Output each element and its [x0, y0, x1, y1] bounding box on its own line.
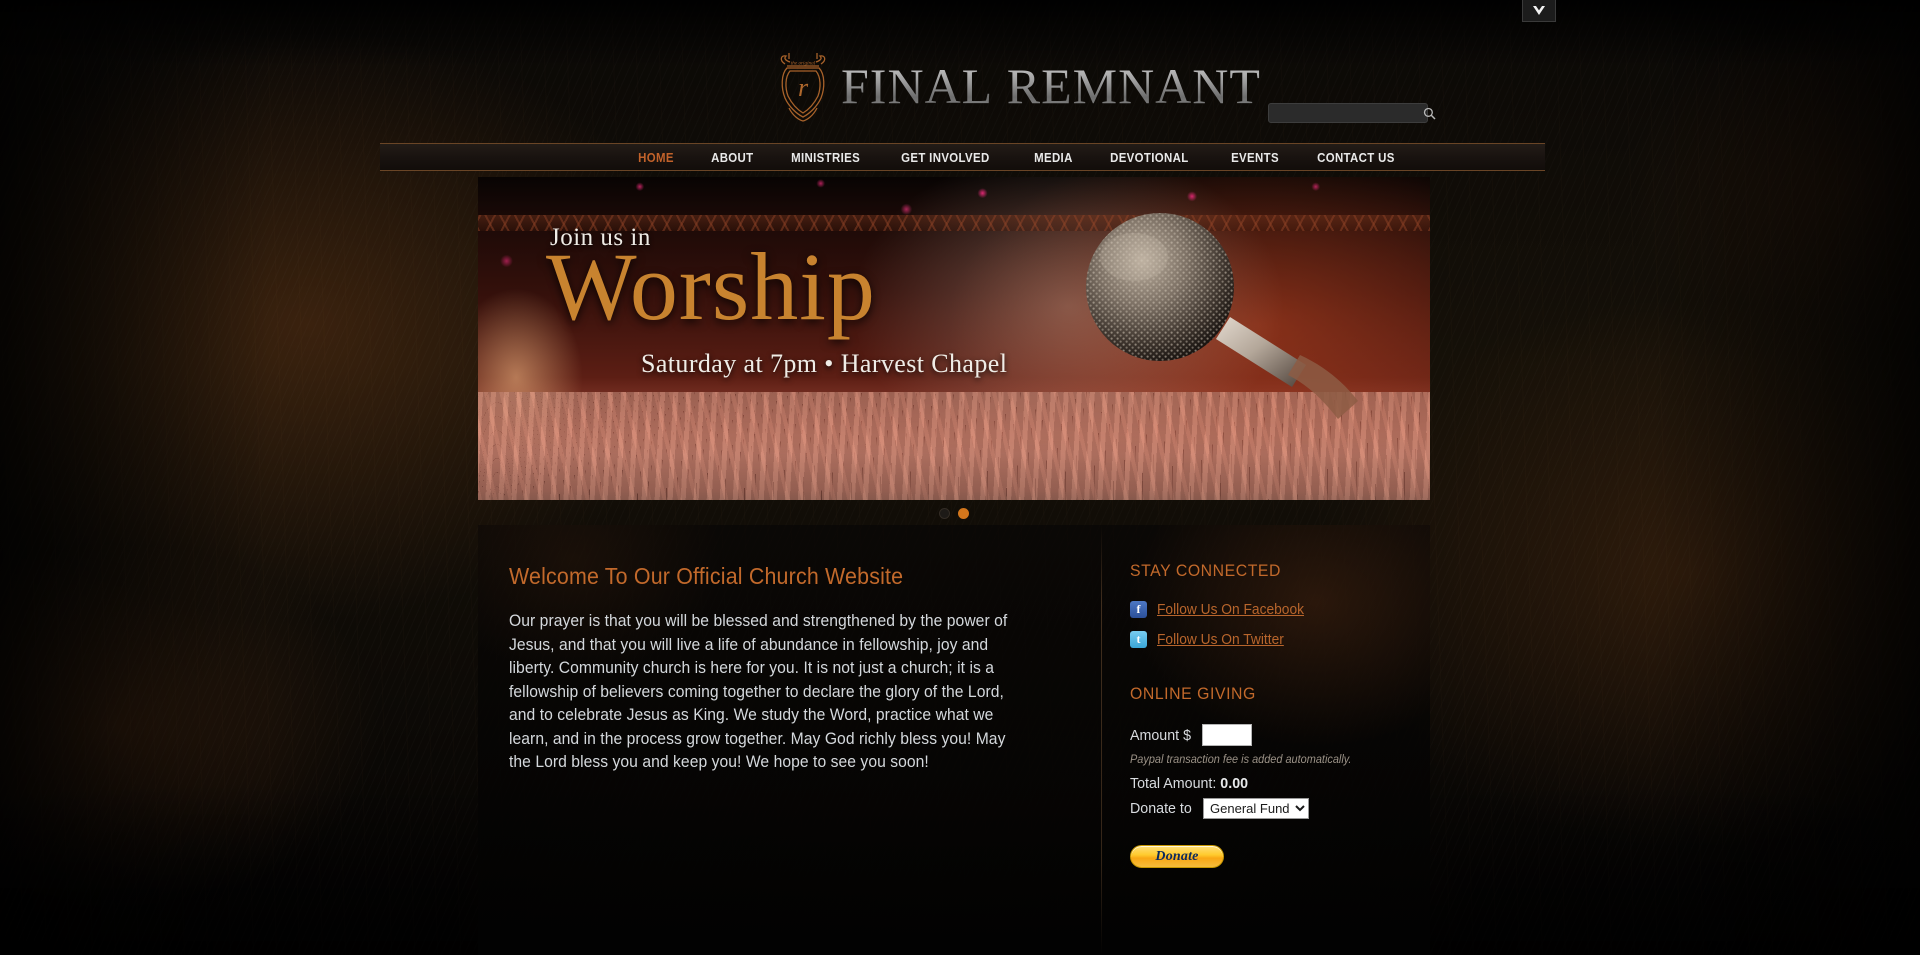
nav-item-devotional[interactable]: DEVOTIONAL	[1096, 150, 1203, 165]
hero-caption: Join us in Worship Saturday at 7pm • Har…	[478, 177, 1430, 500]
facebook-icon: f	[1130, 601, 1147, 618]
nav-item-media[interactable]: MEDIA	[1020, 150, 1087, 165]
search-input[interactable]	[1269, 104, 1423, 122]
svg-text:r: r	[798, 73, 809, 102]
search-button[interactable]	[1423, 104, 1436, 122]
search-icon	[1423, 107, 1436, 120]
hero-slider[interactable]: Join us in Worship Saturday at 7pm • Har…	[478, 177, 1430, 500]
nav-item-home[interactable]: HOME	[624, 150, 688, 165]
total-amount-label: Total Amount:	[1130, 775, 1217, 792]
site-header: r the original Final Remnant	[0, 0, 1920, 143]
site-root: r the original Final Remnant HOME ABOUT …	[0, 0, 1920, 955]
hero-line-3: Saturday at 7pm • Harvest Chapel	[641, 349, 1008, 378]
total-amount-value: 0.00	[1220, 775, 1249, 792]
nav-item-about[interactable]: ABOUT	[697, 150, 768, 165]
twitter-icon: t	[1130, 631, 1147, 648]
amount-label: Amount $	[1130, 726, 1192, 744]
nav-item-get-involved[interactable]: GET INVOLVED	[887, 150, 1004, 165]
donate-to-row: Donate to General Fund	[1130, 798, 1406, 819]
social-row-facebook[interactable]: f Follow Us On Facebook	[1130, 601, 1406, 618]
site-wordmark: Final Remnant	[841, 61, 1261, 111]
nav-item-ministries[interactable]: MINISTRIES	[777, 150, 874, 165]
fund-select[interactable]: General Fund	[1203, 798, 1310, 819]
stay-connected-heading: STAY CONNECTED	[1130, 561, 1282, 580]
welcome-paragraph: Our prayer is that you will be blessed a…	[509, 612, 1008, 771]
search-box[interactable]	[1268, 103, 1436, 123]
page-viewport: r the original Final Remnant HOME ABOUT …	[0, 0, 1920, 955]
amount-row: Amount $	[1130, 724, 1406, 746]
browser-chevron-button[interactable]	[1522, 0, 1556, 22]
donation-form: Amount $ Paypal transaction fee is added…	[1130, 724, 1406, 868]
twitter-link[interactable]: Follow Us On Twitter	[1157, 632, 1284, 648]
site-logo[interactable]: r the original Final Remnant	[775, 50, 1261, 122]
social-row-twitter[interactable]: t Follow Us On Twitter	[1130, 631, 1406, 648]
nav-item-events[interactable]: EVENTS	[1217, 150, 1293, 165]
slider-dots[interactable]	[478, 508, 1430, 519]
main-navigation[interactable]: HOME ABOUT MINISTRIES GET INVOLVED MEDIA…	[380, 143, 1545, 171]
amount-input[interactable]	[1202, 724, 1253, 746]
wordmark-remnant: Remnant	[1006, 58, 1261, 114]
facebook-link[interactable]: Follow Us On Facebook	[1157, 602, 1304, 618]
online-giving-section: ONLINE GIVING Amount $ Paypal transactio…	[1130, 684, 1406, 868]
hero-line-2: Worship	[546, 233, 876, 340]
total-amount-row: Total Amount: 0.00	[1130, 775, 1392, 792]
sidebar-column: STAY CONNECTED f Follow Us On Facebook t…	[1101, 525, 1430, 955]
content-area: Welcome To Our Official Church Website O…	[478, 525, 1430, 955]
donate-button[interactable]: Donate	[1130, 845, 1224, 868]
wordmark-final: Final	[841, 58, 994, 114]
crest-logo-icon: r the original	[780, 53, 826, 122]
paypal-fee-note: Paypal transaction fee is added automati…	[1130, 754, 1352, 766]
online-giving-heading: ONLINE GIVING	[1130, 684, 1256, 703]
svg-text:the original: the original	[791, 61, 816, 67]
donate-to-label: Donate to	[1130, 800, 1192, 817]
welcome-heading: Welcome To Our Official Church Website	[509, 563, 904, 589]
slider-dot-2[interactable]	[958, 508, 969, 519]
slider-dot-1[interactable]	[939, 508, 950, 519]
chevron-down-icon	[1533, 5, 1545, 15]
main-column: Welcome To Our Official Church Website O…	[478, 525, 1101, 955]
social-links-list: f Follow Us On Facebook t Follow Us On T…	[1130, 601, 1406, 648]
nav-item-contact-us[interactable]: CONTACT US	[1303, 150, 1409, 165]
